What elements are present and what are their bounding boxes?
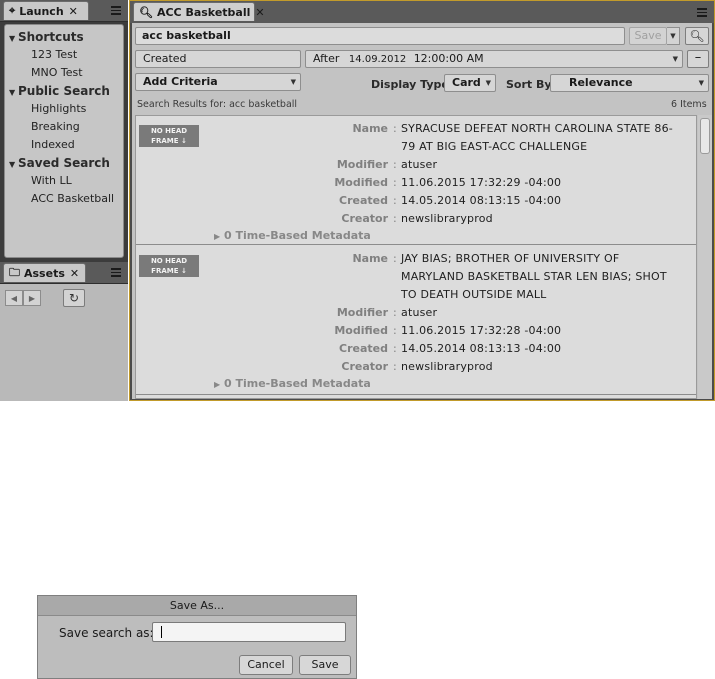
criteria-date-select[interactable]: After 14.09.2012 12:00:00 AM ▼: [305, 50, 683, 68]
search-button[interactable]: 🔍︎: [685, 27, 709, 45]
time-based-metadata-toggle[interactable]: ▶ 0 Time-Based Metadata: [214, 229, 371, 242]
time-based-metadata-toggle[interactable]: ▶ 0 Time-Based Metadata: [214, 377, 371, 390]
chevron-down-icon: ▼: [698, 79, 704, 87]
item-count: 6 Items: [671, 99, 707, 110]
results-for-label: Search Results for: acc basketball: [137, 99, 298, 110]
download-arrow-icon: ↓: [180, 267, 187, 275]
close-icon[interactable]: ✕: [69, 5, 78, 18]
asset-name-cont: TO DEATH OUTSIDE MALL: [401, 288, 547, 301]
tree-section-public-search[interactable]: ▼ Public Search: [5, 82, 123, 100]
left-column: ⌖ Launch ✕ ▼ Shortcuts 123 Test MNO Test …: [0, 0, 128, 401]
search-icon: 🔍︎: [689, 29, 705, 43]
tree-section-shortcuts[interactable]: ▼ Shortcuts: [5, 28, 123, 46]
panel-menu-icon[interactable]: [107, 264, 125, 281]
criteria-date: 14.09.2012: [348, 54, 407, 65]
cancel-button[interactable]: Cancel: [239, 655, 293, 675]
asset-name-cont: MARYLAND BASKETBALL STAR LEN BIAS; SHOT: [401, 270, 667, 283]
close-icon[interactable]: ✕: [70, 267, 79, 280]
tab-acc-basketball-label: ACC Basketball: [156, 5, 251, 19]
launch-tree: ▼ Shortcuts 123 Test MNO Test ▼ Public Sea…: [4, 24, 124, 258]
crosshair-icon: ⌖: [9, 4, 16, 17]
tree-item-mno-test[interactable]: MNO Test: [5, 64, 123, 82]
results-for-query: acc basketball: [229, 99, 298, 110]
criteria-field-select[interactable]: Created: [135, 50, 301, 68]
tree-item-123-test[interactable]: 123 Test: [5, 46, 123, 64]
refresh-icon[interactable]: ↻: [63, 289, 85, 307]
chevron-down-icon: ▼: [485, 79, 491, 87]
expand-triangle-icon: ▼: [9, 160, 16, 169]
asset-name: SYRACUSE DEFEAT NORTH CAROLINA STATE 86-: [401, 122, 673, 135]
remove-criteria-button[interactable]: –: [687, 50, 709, 68]
tree-item-acc-basketball[interactable]: ACC Basketball: [5, 190, 123, 208]
save-search-name-field[interactable]: [152, 622, 346, 642]
save-as-dialog: Save As... Save search as: Cancel Save: [37, 595, 357, 679]
tab-acc-basketball[interactable]: 🔍︎ ACC Basketball ✕: [133, 2, 265, 21]
tree-item-breaking[interactable]: Breaking: [5, 118, 123, 136]
criteria-time: 12:00:00 AM: [413, 52, 484, 65]
search-body: acc basketball Save ▼ 🔍︎ Created After 1…: [132, 23, 712, 399]
panel-menu-icon[interactable]: [107, 2, 125, 19]
panel-menu-icon[interactable]: [693, 4, 711, 21]
tab-assets[interactable]: 🗀 Assets ✕: [3, 263, 86, 282]
save-dropdown-icon[interactable]: ▼: [667, 27, 680, 45]
search-panel: 🔍︎ ACC Basketball ✕ acc basketball Save …: [129, 0, 715, 401]
launch-tabbar: ⌖ Launch ✕: [0, 0, 128, 22]
asset-name-cont: 79 AT BIG EAST-ACC CHALLENGE: [401, 140, 588, 153]
results-list: NO HEAD FRAME ↓ Name: SYRACUSE DEFEAT NO…: [135, 115, 697, 399]
back-arrow-icon[interactable]: ◀: [5, 290, 23, 306]
chevron-down-icon: ▼: [290, 78, 296, 86]
expand-triangle-icon: ▶: [214, 380, 221, 389]
criteria-operator: After: [313, 52, 340, 65]
assets-panel: ◀ ▶ ↻: [0, 284, 128, 401]
search-input[interactable]: acc basketball: [135, 27, 625, 45]
expand-triangle-icon: ▼: [9, 34, 16, 43]
save-search-as-label: Save search as:: [59, 626, 154, 640]
add-criteria-dropdown[interactable]: Add Criteria ▼: [135, 73, 301, 91]
results-scrollbar[interactable]: [698, 115, 712, 399]
dialog-title: Save As...: [38, 596, 356, 616]
tree-item-highlights[interactable]: Highlights: [5, 100, 123, 118]
result-card[interactable]: NO HEAD FRAME ↓ Name: SYRACUSE DEFEAT NO…: [136, 116, 696, 245]
assets-tabbar: 🗀 Assets ✕: [0, 262, 128, 284]
expand-triangle-icon: ▼: [9, 88, 16, 97]
search-icon: 🔍︎: [139, 5, 153, 19]
display-type-select[interactable]: Card ▼: [444, 74, 496, 92]
save-search-button[interactable]: Save: [629, 27, 667, 45]
result-card[interactable]: NO HEAD FRAME ↓ Name: JAY BIAS; BROTHER …: [136, 246, 696, 395]
tab-launch-label: Launch: [19, 4, 64, 18]
tree-item-indexed[interactable]: Indexed: [5, 136, 123, 154]
folder-icon: 🗀: [9, 265, 20, 279]
tree-item-with-ll[interactable]: With LL: [5, 172, 123, 190]
tree-section-saved-search[interactable]: ▼ Saved Search: [5, 154, 123, 172]
sort-by-select[interactable]: Relevance ▼: [550, 74, 709, 92]
tab-launch[interactable]: ⌖ Launch ✕: [3, 1, 89, 20]
save-search-name-input[interactable]: [153, 623, 345, 641]
close-icon[interactable]: ✕: [255, 6, 264, 19]
forward-arrow-icon[interactable]: ▶: [23, 290, 41, 306]
main-tabbar: 🔍︎ ACC Basketball ✕: [130, 1, 714, 23]
display-type-label: Display Type:: [371, 78, 454, 91]
chevron-down-icon: ▼: [672, 55, 678, 63]
expand-triangle-icon: ▶: [214, 232, 221, 241]
text-cursor: [161, 626, 162, 638]
sort-by-label: Sort By:: [506, 78, 556, 91]
asset-name: JAY BIAS; BROTHER OF UNIVERSITY OF: [401, 252, 620, 265]
download-arrow-icon: ↓: [180, 137, 187, 145]
scrollbar-thumb[interactable]: [700, 118, 710, 154]
save-button[interactable]: Save: [299, 655, 351, 675]
tab-assets-label: Assets: [24, 266, 65, 280]
